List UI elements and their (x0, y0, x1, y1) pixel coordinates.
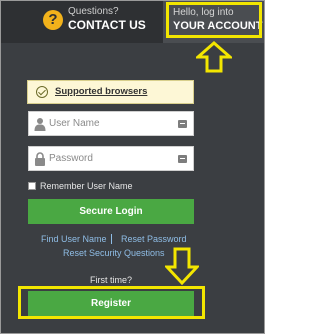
contact-us-label: CONTACT US (68, 18, 146, 32)
up-arrow-annotation-icon (196, 41, 232, 73)
question-icon: ? (43, 10, 63, 30)
user-icon (34, 118, 46, 131)
account-highlight-box (166, 2, 262, 38)
find-user-name-link[interactable]: Find User Name (41, 234, 107, 244)
register-button[interactable]: Register (28, 291, 194, 316)
lock-icon (35, 152, 45, 166)
password-field[interactable] (28, 146, 194, 171)
reset-security-questions-link[interactable]: Reset Security Questions (63, 248, 165, 258)
secure-login-button[interactable]: Secure Login (28, 199, 194, 224)
reset-password-link[interactable]: Reset Password (121, 234, 187, 244)
username-input[interactable] (49, 114, 167, 133)
down-arrow-annotation-icon (165, 247, 199, 285)
link-divider (111, 234, 112, 244)
id-card-icon (178, 120, 187, 128)
contact-us-link[interactable]: ? Questions? CONTACT US (1, 1, 163, 43)
username-field[interactable] (28, 111, 194, 136)
first-time-label: First time? (90, 275, 133, 285)
password-input[interactable] (49, 149, 167, 168)
remember-user-label: Remember User Name (40, 181, 133, 191)
questions-label: Questions? (68, 6, 119, 17)
id-card-icon (178, 155, 187, 163)
supported-browsers-notice[interactable]: Supported browsers (27, 80, 194, 104)
supported-browsers-link[interactable]: Supported browsers (55, 86, 147, 97)
remember-user-checkbox[interactable] (28, 182, 36, 190)
check-circle-icon (36, 86, 48, 98)
